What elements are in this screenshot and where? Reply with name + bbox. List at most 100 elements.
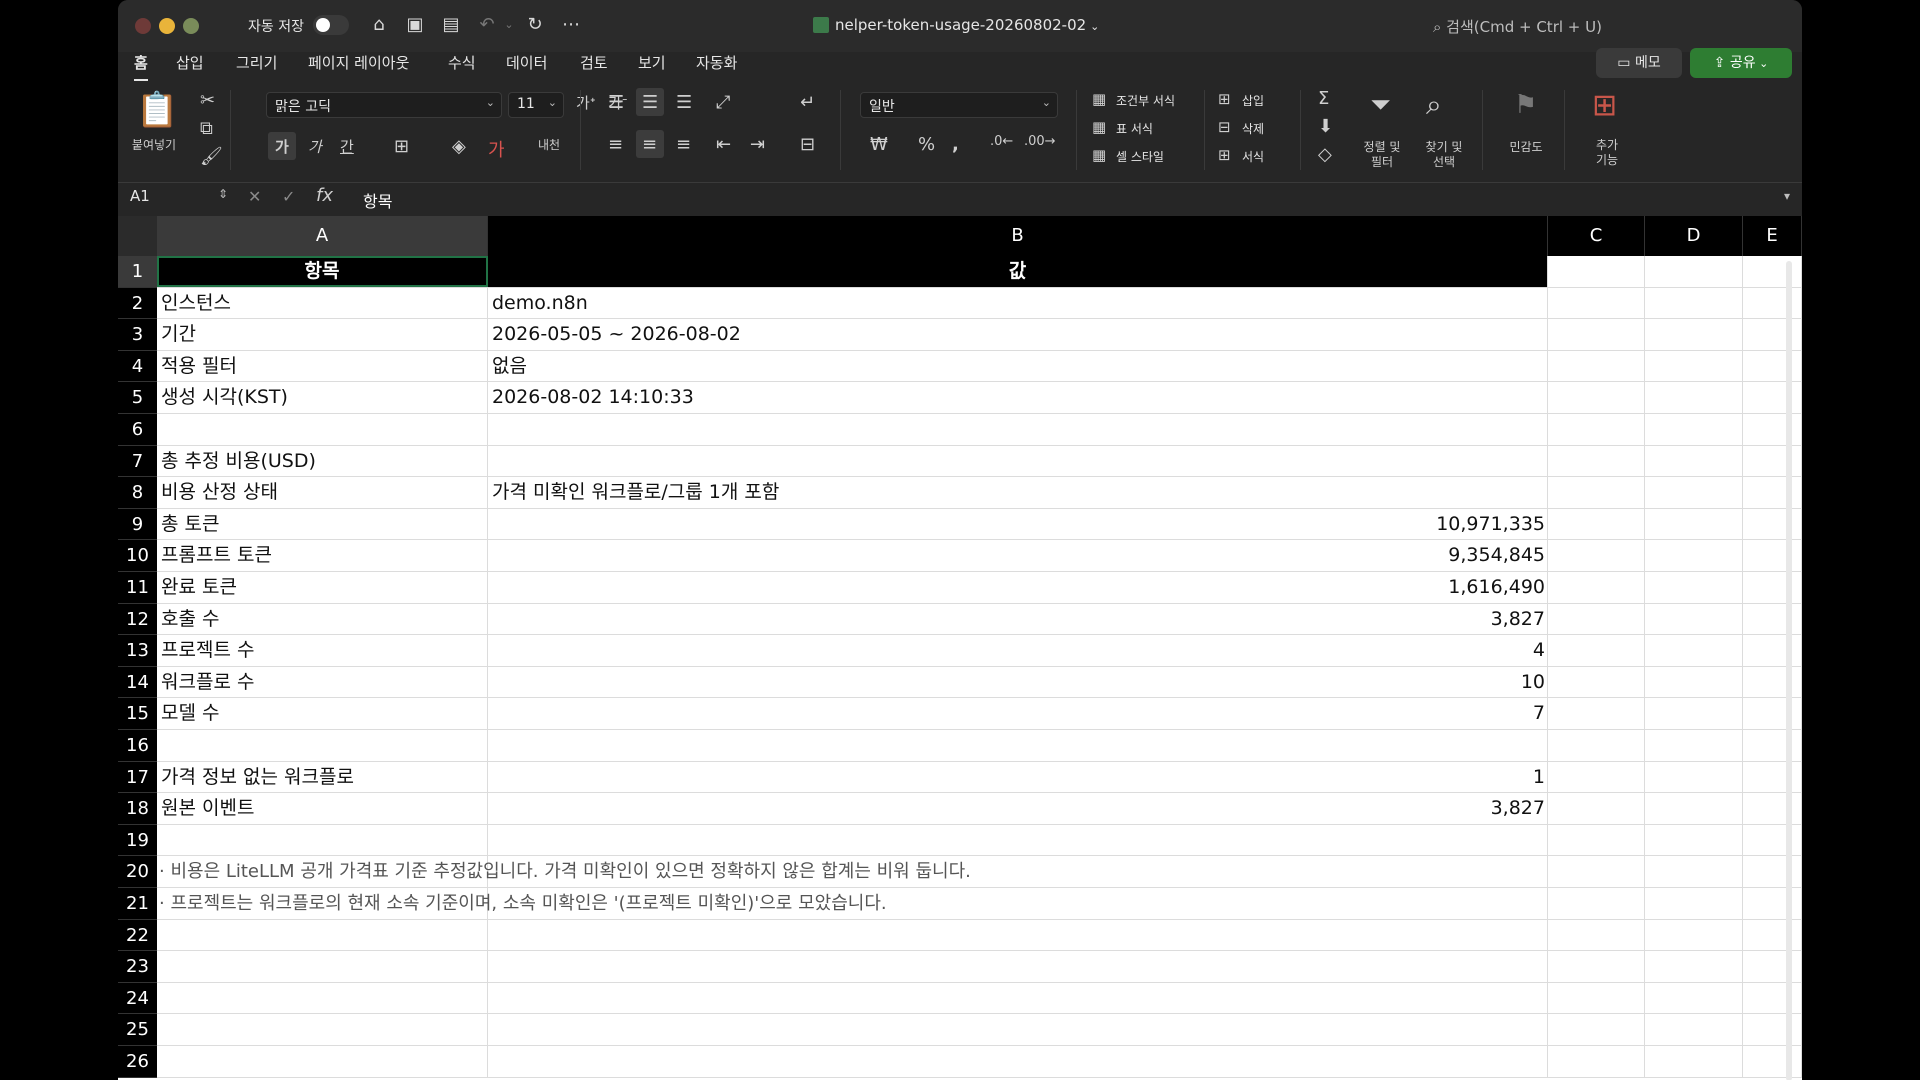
cell-d[interactable]: [1645, 445, 1743, 477]
cell-c[interactable]: [1548, 698, 1645, 729]
cell-e[interactable]: [1743, 572, 1802, 603]
cell-a[interactable]: 프로젝트 수: [157, 635, 488, 666]
cell-d[interactable]: [1645, 888, 1743, 919]
cell-b[interactable]: 1,616,490: [488, 572, 1548, 603]
row-header[interactable]: 22: [118, 919, 157, 952]
row-header[interactable]: 13: [118, 635, 157, 667]
zoom-window-button[interactable]: [183, 18, 199, 34]
row-header[interactable]: 10: [118, 540, 157, 572]
cell-b[interactable]: 4: [488, 635, 1548, 666]
column-header-b[interactable]: B: [488, 216, 1548, 256]
tab-page-layout[interactable]: 페이지 레이아웃: [308, 52, 409, 73]
delete-cells-button[interactable]: 삭제: [1242, 120, 1264, 137]
insert-cells-button[interactable]: 삽입: [1242, 92, 1264, 109]
cell-e[interactable]: [1743, 698, 1802, 729]
home-icon[interactable]: ⌂: [366, 12, 392, 38]
row-header[interactable]: 26: [118, 1046, 157, 1078]
align-middle-icon[interactable]: ☰: [642, 92, 658, 113]
cell-e[interactable]: [1743, 256, 1802, 287]
delete-cells-icon[interactable]: ⊟: [1218, 118, 1231, 136]
row-header[interactable]: 8: [118, 477, 157, 509]
cell-c[interactable]: [1548, 256, 1645, 287]
cell-a[interactable]: 인스턴스: [157, 287, 488, 319]
cell-c[interactable]: [1548, 982, 1645, 1014]
cell-c[interactable]: [1548, 824, 1645, 856]
borders-icon[interactable]: ⊞: [394, 136, 409, 157]
cell-a[interactable]: 비용 산정 상태: [157, 477, 488, 508]
cell-d[interactable]: [1645, 1014, 1743, 1045]
row-header[interactable]: 20: [118, 856, 157, 888]
cell-e[interactable]: [1743, 508, 1802, 540]
cell-e[interactable]: [1743, 477, 1802, 508]
align-right-icon[interactable]: ≡: [676, 134, 691, 155]
cell-e[interactable]: [1743, 793, 1802, 824]
vertical-scrollbar[interactable]: [1786, 261, 1792, 1080]
align-bottom-icon[interactable]: ☰: [676, 92, 692, 113]
cell-e[interactable]: [1743, 1014, 1802, 1045]
cell-e[interactable]: [1743, 888, 1802, 919]
cell-b[interactable]: 가격 미확인 워크플로/그룹 1개 포함: [488, 477, 1548, 508]
cell-c[interactable]: [1548, 319, 1645, 350]
cell-b[interactable]: [488, 1014, 1548, 1045]
comma-style-icon[interactable]: ,: [952, 134, 959, 155]
cell-c[interactable]: [1548, 919, 1645, 951]
tab-formulas[interactable]: 수식: [448, 52, 476, 73]
percent-style-icon[interactable]: %: [918, 134, 935, 155]
number-format-select[interactable]: 일반 ⌄: [860, 92, 1058, 118]
cut-icon[interactable]: ✂: [200, 90, 215, 111]
cell-a[interactable]: [157, 730, 488, 761]
cell-d[interactable]: [1645, 256, 1743, 287]
cell-e[interactable]: [1743, 603, 1802, 635]
italic-button[interactable]: 가: [308, 136, 322, 157]
row-header[interactable]: 1: [118, 256, 157, 288]
row-header[interactable]: 14: [118, 666, 157, 699]
column-header-e[interactable]: E: [1743, 216, 1802, 256]
cell-c[interactable]: [1548, 508, 1645, 540]
cell-c[interactable]: [1548, 477, 1645, 508]
formula-input[interactable]: 항목: [363, 188, 392, 212]
find-select-label[interactable]: 찾기 및 선택: [1416, 140, 1472, 170]
cell-e[interactable]: [1743, 350, 1802, 382]
cell-a[interactable]: 가격 정보 없는 워크플로: [157, 761, 488, 793]
cell-e[interactable]: [1743, 414, 1802, 445]
row-header[interactable]: 21: [118, 888, 157, 920]
clear-icon[interactable]: ◇: [1318, 144, 1332, 165]
cell-d[interactable]: [1645, 508, 1743, 540]
cell-style-icon[interactable]: ▦: [1092, 146, 1106, 164]
cell-e[interactable]: [1743, 919, 1802, 951]
cell-d[interactable]: [1645, 603, 1743, 635]
cell-b[interactable]: 9,354,845: [488, 540, 1548, 571]
cell-e[interactable]: [1743, 761, 1802, 793]
cell-e[interactable]: [1743, 445, 1802, 477]
cell-a[interactable]: [157, 824, 488, 856]
cell-d[interactable]: [1645, 477, 1743, 508]
cell-b[interactable]: [488, 982, 1548, 1014]
cell-e[interactable]: [1743, 951, 1802, 982]
addins-label[interactable]: 추가 기능: [1584, 138, 1630, 168]
cell-b[interactable]: 없음: [488, 350, 1548, 382]
row-header[interactable]: 11: [118, 572, 157, 604]
cell-d[interactable]: [1645, 666, 1743, 698]
cell-b[interactable]: demo.n8n: [488, 287, 1548, 319]
autosave-toggle[interactable]: [313, 15, 349, 35]
cell-d[interactable]: [1645, 382, 1743, 413]
cell-c[interactable]: [1548, 350, 1645, 382]
cell-a[interactable]: [157, 1014, 488, 1045]
sensitivity-label[interactable]: 민감도: [1502, 140, 1550, 155]
share-button[interactable]: ⇪ 공유 ⌄: [1690, 48, 1792, 78]
format-cells-icon[interactable]: ⊞: [1218, 146, 1231, 164]
cell-b[interactable]: 7: [488, 698, 1548, 729]
cell-a[interactable]: [157, 1046, 488, 1077]
name-box[interactable]: A1: [130, 187, 150, 205]
cell-a[interactable]: 모델 수: [157, 698, 488, 729]
merge-center-icon[interactable]: ⊟: [800, 134, 815, 155]
column-header-c[interactable]: C: [1548, 216, 1645, 256]
more-icon[interactable]: ⋯: [558, 12, 584, 38]
cell-e[interactable]: [1743, 1046, 1802, 1077]
row-header[interactable]: 7: [118, 445, 157, 478]
cell-e[interactable]: [1743, 540, 1802, 571]
cell-d[interactable]: [1645, 793, 1743, 824]
cell-style-button[interactable]: 셀 스타일: [1116, 148, 1164, 165]
row-header[interactable]: 23: [118, 951, 157, 983]
tab-home[interactable]: 홈: [134, 52, 148, 81]
